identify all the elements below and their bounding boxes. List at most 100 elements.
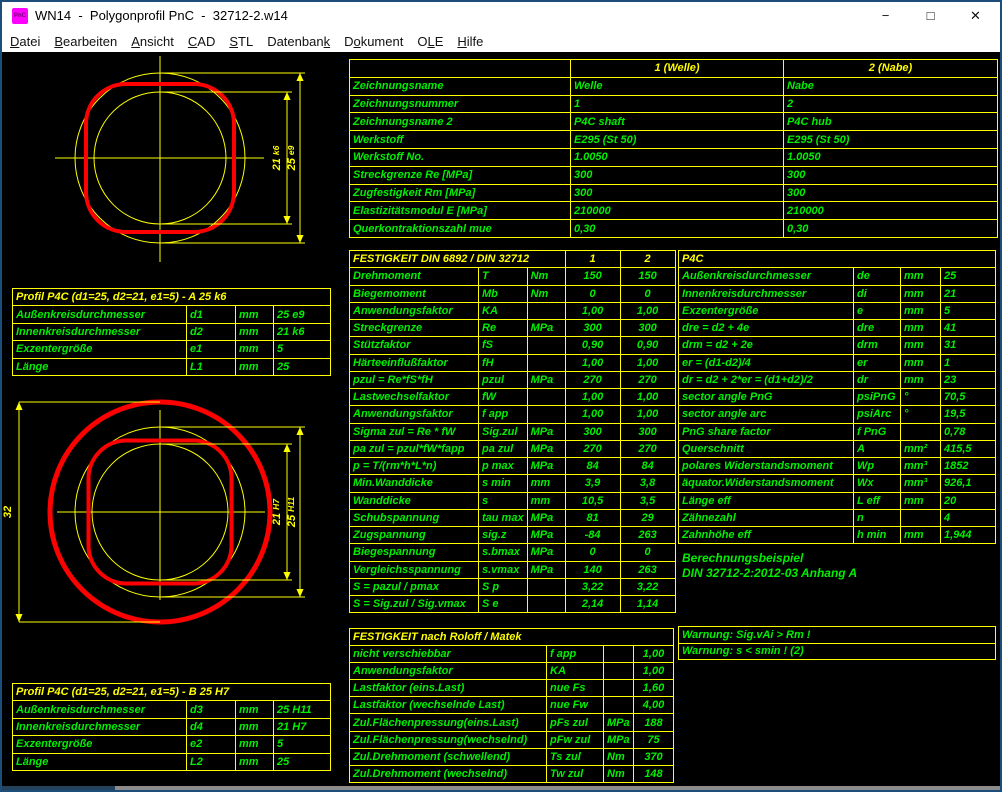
window-bottom-corner xyxy=(2,786,115,790)
table-row: StützfaktorfS0,900,90 xyxy=(350,337,676,354)
menu-item-datenbank[interactable]: Datenbank xyxy=(260,34,337,49)
window-controls: −□✕ xyxy=(863,2,998,30)
menu-item-datei[interactable]: Datei xyxy=(3,34,47,49)
table-cell: nue Fs xyxy=(547,680,604,697)
table-cell: Nabe xyxy=(784,77,998,95)
note-line: Berechnungsbeispiel xyxy=(682,551,857,566)
table-cell: S p xyxy=(479,578,528,595)
table-cell: mm² xyxy=(901,440,941,457)
profile-b-table: Profil P4C (d1=25, d2=21, e1=5) - B 25 H… xyxy=(12,683,331,771)
table-cell: KA xyxy=(547,663,604,680)
table-cell: sector angle arc xyxy=(679,406,854,423)
table-cell: Werkstoff xyxy=(350,131,571,149)
strength-roloff-table: FESTIGKEIT nach Roloff / Mateknicht vers… xyxy=(349,628,674,783)
table-cell: Härteeinflußfaktor xyxy=(350,354,479,371)
minimize-button[interactable]: − xyxy=(863,2,908,30)
table-row: Exzentergrößee2mm5 xyxy=(13,736,331,753)
calculation-note: Berechnungsbeispiel DIN 32712-2:2012-03 … xyxy=(682,551,857,581)
table-cell: 19,5 xyxy=(941,406,996,423)
table-row: QuerschnittAmm²415,5 xyxy=(679,440,996,457)
table-cell: Zeichnungsnummer xyxy=(350,95,571,113)
close-button[interactable]: ✕ xyxy=(953,2,998,30)
table-cell: Drehmoment xyxy=(350,268,479,285)
table-cell: pFs zul xyxy=(547,714,604,731)
table-cell: L2 xyxy=(187,753,236,770)
note-line: DIN 32712-2:2012-03 Anhang A xyxy=(682,566,857,581)
menu-item-stl[interactable]: STL xyxy=(222,34,260,49)
menu-item-ansicht[interactable]: Ansicht xyxy=(124,34,181,49)
table-cell: -84 xyxy=(565,527,620,544)
table-row: Exzentergrößee1mm5 xyxy=(13,341,331,358)
table-cell: 1,60 xyxy=(634,680,674,697)
table-cell: 148 xyxy=(634,765,674,782)
menu-item-bearbeiten[interactable]: Bearbeiten xyxy=(47,34,124,49)
table-cell: Nm xyxy=(527,268,565,285)
table-cell xyxy=(527,302,565,319)
table-cell: Zugfestigkeit Rm [MPa] xyxy=(350,184,571,202)
table-cell: 150 xyxy=(565,268,620,285)
table-cell: h min xyxy=(854,527,901,544)
table-cell: Außenkreisdurchmesser xyxy=(13,306,187,323)
table-row: Innenkreisdurchmesserd4mm21 H7 xyxy=(13,718,331,735)
table-cell: Warnung: Sig.vAi > Rm ! xyxy=(679,627,996,644)
table-cell: drm = d2 + 2e xyxy=(679,337,854,354)
table-cell: d4 xyxy=(187,718,236,735)
table-cell: 0 xyxy=(565,544,620,561)
table-cell: 21 k6 xyxy=(274,323,331,340)
table-row: StreckgrenzeReMPa300300 xyxy=(350,320,676,337)
table-row: S = pazul / pmaxS p3,223,22 xyxy=(350,578,676,595)
table-row: BiegemomentMbNm00 xyxy=(350,285,676,302)
table-row: dr = d2 + 2*er = (d1+d2)/2drmm23 xyxy=(679,371,996,388)
window-title: WN14 - Polygonprofil PnC - 32712-2.w14 xyxy=(35,8,288,23)
table-cell: P4C hub xyxy=(784,113,998,131)
table-cell: 300 xyxy=(620,320,675,337)
table-row: Wanddickesmm10,53,5 xyxy=(350,492,676,509)
table-cell: 1,00 xyxy=(565,302,620,319)
table-cell: mm xyxy=(901,354,941,371)
table-cell: MPa xyxy=(604,714,634,731)
table-cell: mm xyxy=(236,341,274,358)
table-cell: dre xyxy=(854,320,901,337)
table-cell: P4C shaft xyxy=(571,113,784,131)
table-cell: mm xyxy=(236,718,274,735)
maximize-button[interactable]: □ xyxy=(908,2,953,30)
cad-canvas: 21k6 25e9 32 21H7 xyxy=(2,52,1000,786)
title-bar: PnC WN14 - Polygonprofil PnC - 32712-2.w… xyxy=(2,2,1000,30)
materials-table: 1 (Welle)2 (Nabe)ZeichnungsnameWelleNabe… xyxy=(349,59,998,238)
table-cell: Mb xyxy=(479,285,528,302)
table-row: Min.Wanddickes minmm3,93,8 xyxy=(350,475,676,492)
table-cell: drm xyxy=(854,337,901,354)
table-cell: 1,00 xyxy=(620,302,675,319)
table-row: sector angle PnGpsiPnG°70,5 xyxy=(679,389,996,406)
table-cell: S e xyxy=(479,596,528,613)
table-cell: Exzentergröße xyxy=(679,302,854,319)
menu-item-cad[interactable]: CAD xyxy=(181,34,222,49)
table-cell: MPa xyxy=(527,320,565,337)
table-cell: 1 xyxy=(571,95,784,113)
menu-item-hilfe[interactable]: Hilfe xyxy=(450,34,490,49)
table-row: Vergleichsspannungs.vmaxMPa140263 xyxy=(350,561,676,578)
table-cell: mm³ xyxy=(901,475,941,492)
table-cell: 300 xyxy=(571,166,784,184)
menu-bar: DateiBearbeitenAnsichtCADSTLDatenbankDok… xyxy=(2,30,1000,52)
table-row: Zahnhöhe effh minmm1,944 xyxy=(679,527,996,544)
table-cell: 415,5 xyxy=(941,440,996,457)
table-cell: 2 xyxy=(620,251,675,268)
table-row: S = Sig.zul / Sig.vmaxS e2,141,14 xyxy=(350,596,676,613)
table-row: Zugfestigkeit Rm [MPa]300300 xyxy=(350,184,998,202)
table-cell: 2,14 xyxy=(565,596,620,613)
menu-item-ole[interactable]: OLE xyxy=(410,34,450,49)
table-cell: Re xyxy=(479,320,528,337)
table-cell: 2 xyxy=(784,95,998,113)
table-row: äquator.WiderstandsmomentWxmm³926,1 xyxy=(679,475,996,492)
dimension-label-25H11: 25H11 xyxy=(286,497,298,528)
menu-item-dokument[interactable]: Dokument xyxy=(337,34,410,49)
table-cell: Nm xyxy=(527,285,565,302)
table-cell: 31 xyxy=(941,337,996,354)
table-cell: mm xyxy=(901,285,941,302)
table-cell: Welle xyxy=(571,77,784,95)
table-row: Innenkreisdurchmesserd2mm21 k6 xyxy=(13,323,331,340)
table-cell: d1 xyxy=(187,306,236,323)
table-cell: äquator.Widerstandsmoment xyxy=(679,475,854,492)
table-cell: 5 xyxy=(941,302,996,319)
